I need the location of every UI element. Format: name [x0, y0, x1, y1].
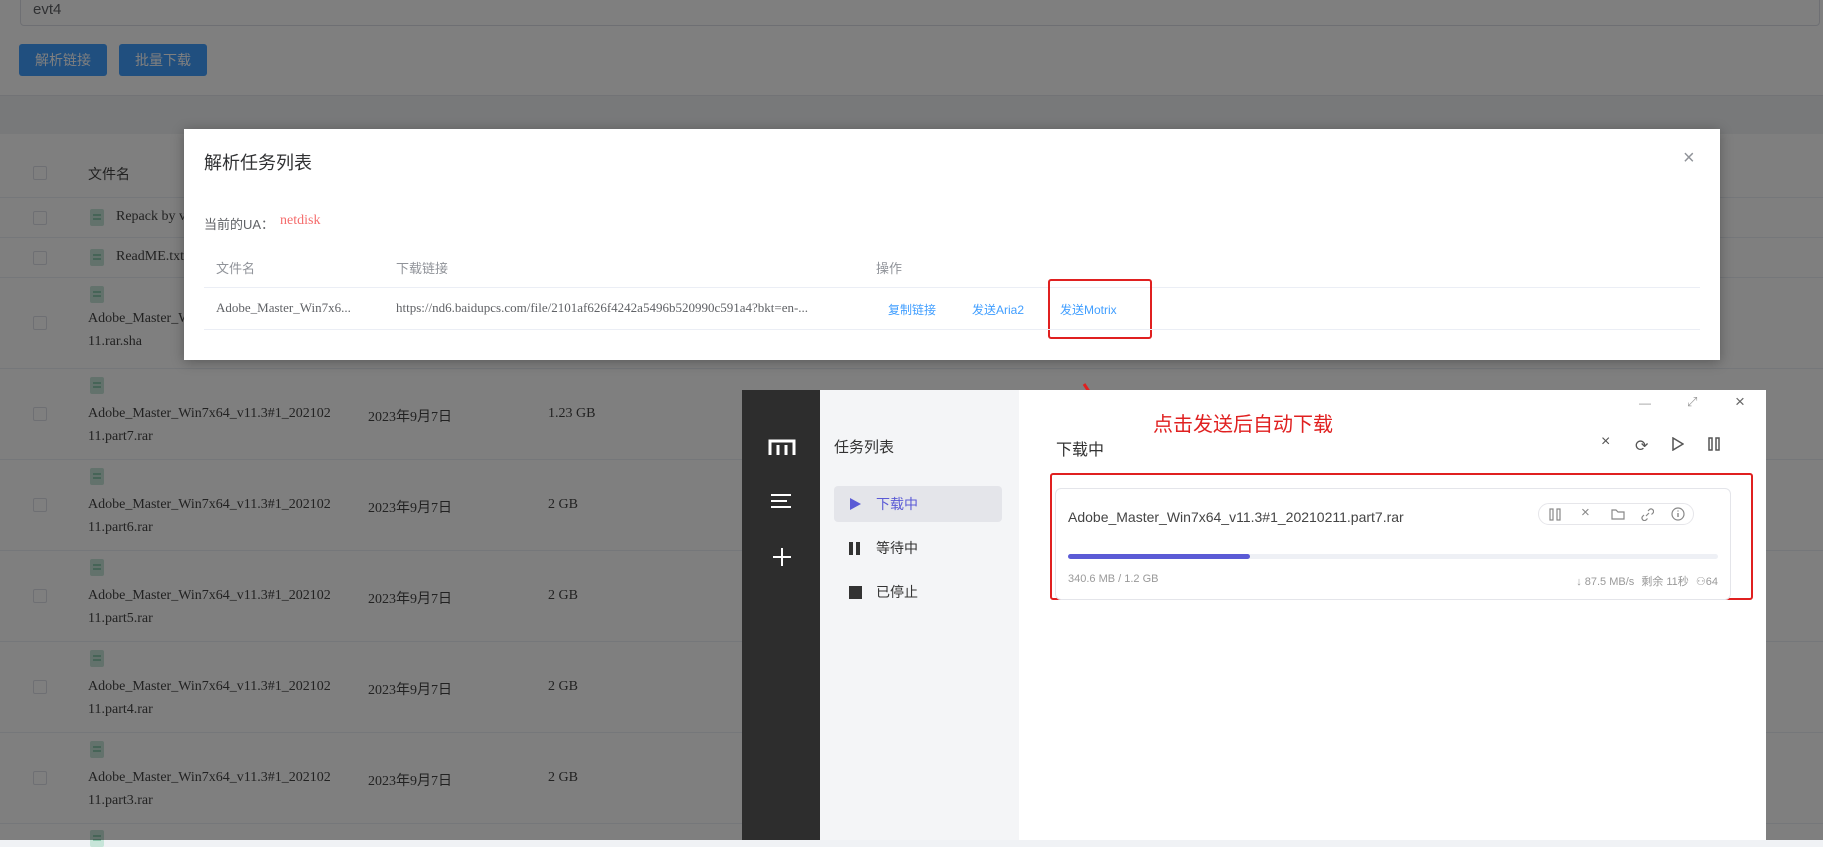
- task-list-panel: 任务列表 下载中 等待中 已停止: [820, 390, 1019, 840]
- menu-icon[interactable]: [770, 493, 792, 509]
- progress-track: [1068, 554, 1718, 559]
- send-aria2-button[interactable]: 发送Aria2: [972, 301, 1024, 318]
- highlight-box: [1048, 279, 1152, 339]
- divider: [204, 287, 1700, 288]
- menu-item-downloading[interactable]: 下载中: [834, 486, 1002, 522]
- ua-value: netdisk: [280, 213, 321, 228]
- delete-icon[interactable]: ×: [1601, 433, 1610, 451]
- divider: [204, 329, 1700, 330]
- column-download-link: 下载链接: [396, 261, 449, 276]
- copy-link-button[interactable]: 复制链接: [888, 301, 936, 318]
- download-task-card[interactable]: Adobe_Master_Win7x64_v11.3#1_20210211.pa…: [1055, 488, 1731, 600]
- connections-icon: ⚇: [1695, 576, 1706, 588]
- add-task-icon[interactable]: [772, 547, 792, 567]
- window-close-icon[interactable]: ×: [1735, 392, 1745, 412]
- play-icon: [850, 498, 861, 510]
- task-stats: ↓ 87.5 MB/s 剩余 11秒 ⚇64: [1576, 573, 1718, 589]
- column-filename: 文件名: [216, 261, 256, 276]
- menu-item-waiting[interactable]: 等待中: [834, 530, 1002, 566]
- pause-icon: [849, 542, 860, 555]
- info-icon[interactable]: [1671, 507, 1685, 521]
- ua-label: 当前的UA：: [204, 217, 275, 232]
- minimize-icon[interactable]: —: [1639, 396, 1651, 410]
- pause-icon[interactable]: [1549, 508, 1561, 521]
- folder-icon[interactable]: [1611, 508, 1625, 520]
- menu-label: 下载中: [876, 496, 918, 512]
- pause-all-icon[interactable]: [1708, 437, 1720, 451]
- task-name: Adobe_Master_Win7x64_v11.3#1_20210211.pa…: [1068, 509, 1404, 525]
- task-filename: Adobe_Master_Win7x6...: [216, 300, 351, 315]
- resume-all-icon[interactable]: [1672, 437, 1684, 451]
- maximize-icon[interactable]: ⤢: [1687, 394, 1697, 410]
- remove-icon[interactable]: ×: [1581, 504, 1590, 521]
- motrix-window: 任务列表 下载中 等待中 已停止 — ⤢ × 下载中 × ⟳ Adobe_Mas…: [742, 390, 1766, 840]
- stop-icon: [849, 586, 862, 599]
- task-actions: ×: [1538, 503, 1694, 525]
- connections-count: 64: [1705, 576, 1718, 588]
- remaining-time: 剩余 11秒: [1641, 576, 1689, 588]
- progress-fill: [1068, 554, 1250, 559]
- dialog-title: 解析任务列表: [204, 153, 312, 173]
- motrix-logo-icon: [768, 439, 796, 455]
- task-list-title: 任务列表: [834, 439, 895, 456]
- motrix-sidebar: [742, 390, 820, 840]
- downloaded-size: 340.6 MB / 1.2 GB: [1068, 573, 1159, 585]
- column-actions: 操作: [876, 261, 903, 276]
- parse-task-dialog: 解析任务列表 × 当前的UA： netdisk 文件名 下载链接 操作 Adob…: [184, 129, 1720, 360]
- refresh-icon[interactable]: ⟳: [1635, 436, 1648, 456]
- menu-label: 已停止: [876, 584, 918, 600]
- close-icon[interactable]: ×: [1683, 147, 1695, 170]
- task-download-link: https://nd6.baidupcs.com/file/2101af626f…: [396, 300, 809, 315]
- download-speed: ↓ 87.5 MB/s: [1576, 576, 1635, 588]
- menu-label: 等待中: [876, 540, 918, 556]
- menu-item-stopped[interactable]: 已停止: [834, 574, 1002, 610]
- annotation-note: 点击发送后自动下载: [1153, 412, 1333, 436]
- section-header: 下载中: [1056, 442, 1105, 459]
- link-icon[interactable]: [1641, 508, 1654, 521]
